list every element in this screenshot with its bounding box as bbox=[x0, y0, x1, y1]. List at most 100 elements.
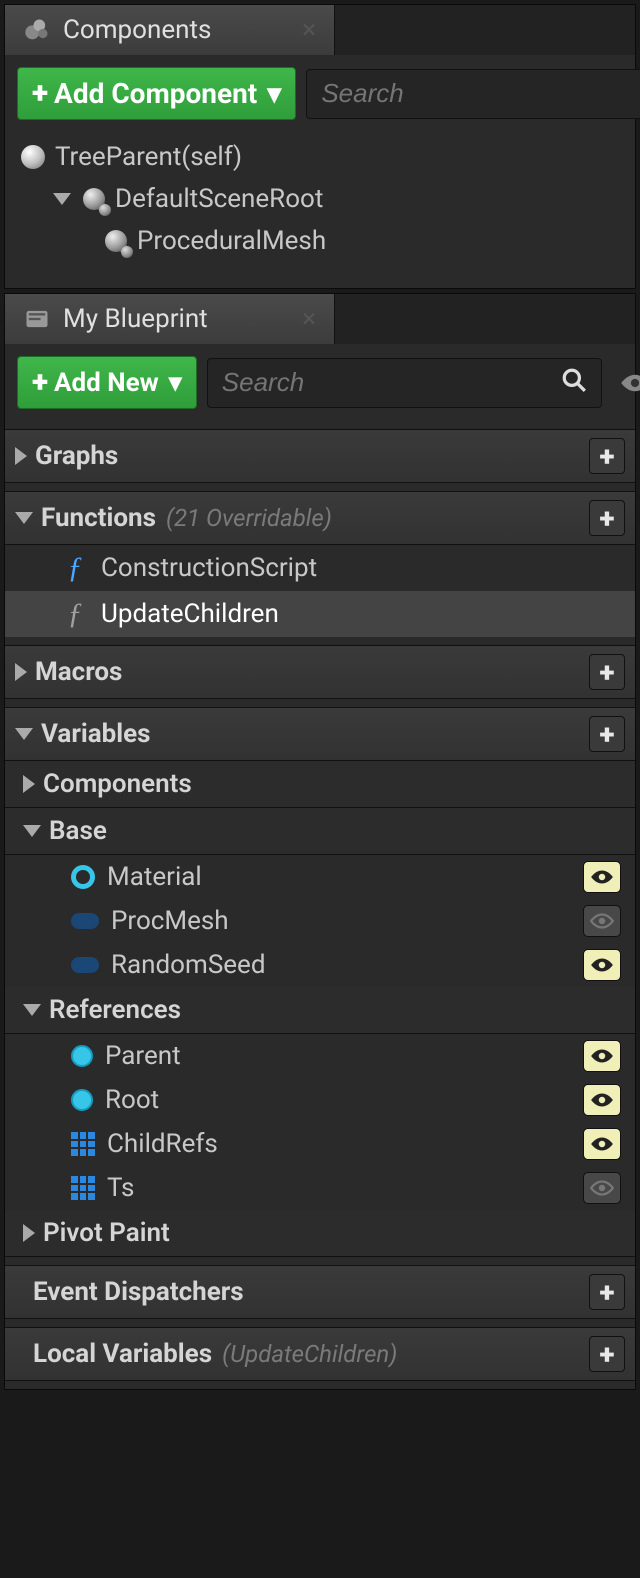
component-root-label: TreeParent(self) bbox=[55, 142, 242, 172]
chevron-down-icon[interactable] bbox=[23, 1004, 41, 1016]
var-group-pivot-paint-label: Pivot Paint bbox=[43, 1218, 170, 1248]
chevron-right-icon[interactable] bbox=[15, 447, 27, 465]
caret-down-icon: ▾ bbox=[169, 368, 182, 398]
component-scene-root[interactable]: DefaultSceneRoot bbox=[5, 178, 635, 220]
category-event-dispatchers[interactable]: Event Dispatchers + bbox=[5, 1265, 635, 1319]
component-scene-root-label: DefaultSceneRoot bbox=[115, 184, 323, 214]
component-root[interactable]: TreeParent(self) bbox=[5, 136, 635, 178]
component-procedural-mesh-label: ProceduralMesh bbox=[137, 226, 326, 256]
variable-childrefs-label: ChildRefs bbox=[107, 1129, 218, 1159]
chevron-down-icon[interactable] bbox=[15, 512, 33, 524]
components-search-input[interactable] bbox=[321, 78, 640, 109]
chevron-down-icon[interactable] bbox=[15, 728, 33, 740]
blueprint-tabbar: My Blueprint × bbox=[5, 294, 635, 344]
function-constructionscript-label: ConstructionScript bbox=[101, 553, 317, 583]
function-constructionscript[interactable]: ƒ ConstructionScript bbox=[5, 545, 635, 591]
blueprint-search-input[interactable] bbox=[222, 367, 561, 398]
category-graphs[interactable]: Graphs + bbox=[5, 429, 635, 483]
array-type-icon bbox=[71, 1132, 95, 1156]
variable-ts[interactable]: Ts bbox=[5, 1166, 635, 1210]
category-variables-label: Variables bbox=[41, 719, 151, 749]
variable-root[interactable]: Root bbox=[5, 1078, 635, 1122]
blueprint-search[interactable] bbox=[207, 358, 602, 408]
actor-icon bbox=[21, 145, 45, 169]
add-macro-button[interactable]: + bbox=[589, 654, 625, 690]
var-group-references-label: References bbox=[49, 995, 181, 1025]
var-group-base[interactable]: Base bbox=[5, 808, 635, 855]
function-updatechildren-label: UpdateChildren bbox=[101, 599, 279, 629]
var-group-references[interactable]: References bbox=[5, 987, 635, 1034]
plus-icon: + bbox=[32, 365, 48, 400]
category-macros-label: Macros bbox=[35, 657, 122, 687]
function-icon: ƒ bbox=[61, 551, 89, 585]
category-macros[interactable]: Macros + bbox=[5, 645, 635, 699]
var-group-base-label: Base bbox=[49, 816, 107, 846]
close-icon[interactable]: × bbox=[302, 17, 316, 43]
var-group-pivot-paint[interactable]: Pivot Paint bbox=[5, 1210, 635, 1257]
add-component-button[interactable]: + Add Component ▾ bbox=[17, 67, 296, 120]
add-graph-button[interactable]: + bbox=[589, 438, 625, 474]
category-functions-label: Functions bbox=[41, 503, 156, 533]
category-variables[interactable]: Variables + bbox=[5, 707, 635, 761]
variable-material-label: Material bbox=[107, 862, 202, 892]
visibility-toggle[interactable] bbox=[583, 1172, 621, 1204]
view-options-button[interactable]: ▾ bbox=[612, 369, 640, 397]
visibility-toggle[interactable] bbox=[583, 1040, 621, 1072]
variable-ts-label: Ts bbox=[107, 1173, 134, 1203]
chevron-right-icon[interactable] bbox=[23, 775, 35, 793]
add-local-variable-button[interactable]: + bbox=[589, 1336, 625, 1372]
category-event-dispatchers-label: Event Dispatchers bbox=[33, 1277, 244, 1307]
search-icon bbox=[561, 367, 587, 399]
chevron-right-icon[interactable] bbox=[23, 1224, 35, 1242]
object-type-icon bbox=[71, 1045, 93, 1067]
close-icon[interactable]: × bbox=[302, 306, 316, 332]
chevron-down-icon[interactable] bbox=[53, 193, 71, 205]
category-functions[interactable]: Functions (21 Overridable) + bbox=[5, 491, 635, 545]
scene-component-icon bbox=[83, 188, 105, 210]
components-tab[interactable]: Components × bbox=[5, 5, 335, 55]
variable-randomseed-label: RandomSeed bbox=[111, 950, 266, 980]
function-updatechildren[interactable]: ƒ UpdateChildren bbox=[5, 591, 635, 637]
variable-childrefs[interactable]: ChildRefs bbox=[5, 1122, 635, 1166]
visibility-toggle[interactable] bbox=[583, 905, 621, 937]
add-new-label: Add New bbox=[54, 368, 159, 398]
components-tab-icon bbox=[23, 16, 51, 44]
blueprint-tab[interactable]: My Blueprint × bbox=[5, 294, 335, 344]
chevron-down-icon[interactable] bbox=[23, 825, 41, 837]
category-local-variables[interactable]: Local Variables (UpdateChildren) + bbox=[5, 1327, 635, 1381]
variable-procmesh[interactable]: ProcMesh bbox=[5, 899, 635, 943]
plus-icon: + bbox=[32, 76, 48, 111]
visibility-toggle[interactable] bbox=[583, 1128, 621, 1160]
variable-parent[interactable]: Parent bbox=[5, 1034, 635, 1078]
variable-randomseed[interactable]: RandomSeed bbox=[5, 943, 635, 987]
category-local-variables-label: Local Variables bbox=[33, 1339, 212, 1369]
add-component-label: Add Component bbox=[54, 77, 257, 110]
variable-parent-label: Parent bbox=[105, 1041, 181, 1071]
array-type-icon bbox=[71, 1176, 95, 1200]
add-variable-button[interactable]: + bbox=[589, 716, 625, 752]
visibility-toggle[interactable] bbox=[583, 861, 621, 893]
category-local-variables-hint: (UpdateChildren) bbox=[222, 1340, 397, 1368]
caret-down-icon: ▾ bbox=[267, 77, 281, 110]
blueprint-toolbar: + Add New ▾ ▾ bbox=[5, 344, 635, 421]
visibility-toggle[interactable] bbox=[583, 949, 621, 981]
variable-material[interactable]: Material bbox=[5, 855, 635, 899]
add-function-button[interactable]: + bbox=[589, 500, 625, 536]
add-event-dispatcher-button[interactable]: + bbox=[589, 1274, 625, 1310]
category-functions-hint: (21 Overridable) bbox=[166, 504, 332, 532]
category-graphs-label: Graphs bbox=[35, 441, 118, 471]
my-blueprint-panel: My Blueprint × + Add New ▾ ▾ Graphs + Fu… bbox=[4, 293, 636, 1390]
var-group-components[interactable]: Components bbox=[5, 761, 635, 808]
add-new-button[interactable]: + Add New ▾ bbox=[17, 356, 197, 409]
variable-root-label: Root bbox=[105, 1085, 159, 1115]
components-search[interactable] bbox=[306, 69, 640, 119]
visibility-toggle[interactable] bbox=[583, 1084, 621, 1116]
components-tabbar: Components × bbox=[5, 5, 635, 55]
components-tab-title: Components bbox=[63, 15, 211, 45]
var-group-components-label: Components bbox=[43, 769, 192, 799]
chevron-right-icon[interactable] bbox=[15, 663, 27, 681]
blueprint-tab-icon bbox=[23, 305, 51, 333]
object-type-icon bbox=[71, 1089, 93, 1111]
variable-procmesh-label: ProcMesh bbox=[111, 906, 229, 936]
component-procedural-mesh[interactable]: ProceduralMesh bbox=[5, 220, 635, 262]
